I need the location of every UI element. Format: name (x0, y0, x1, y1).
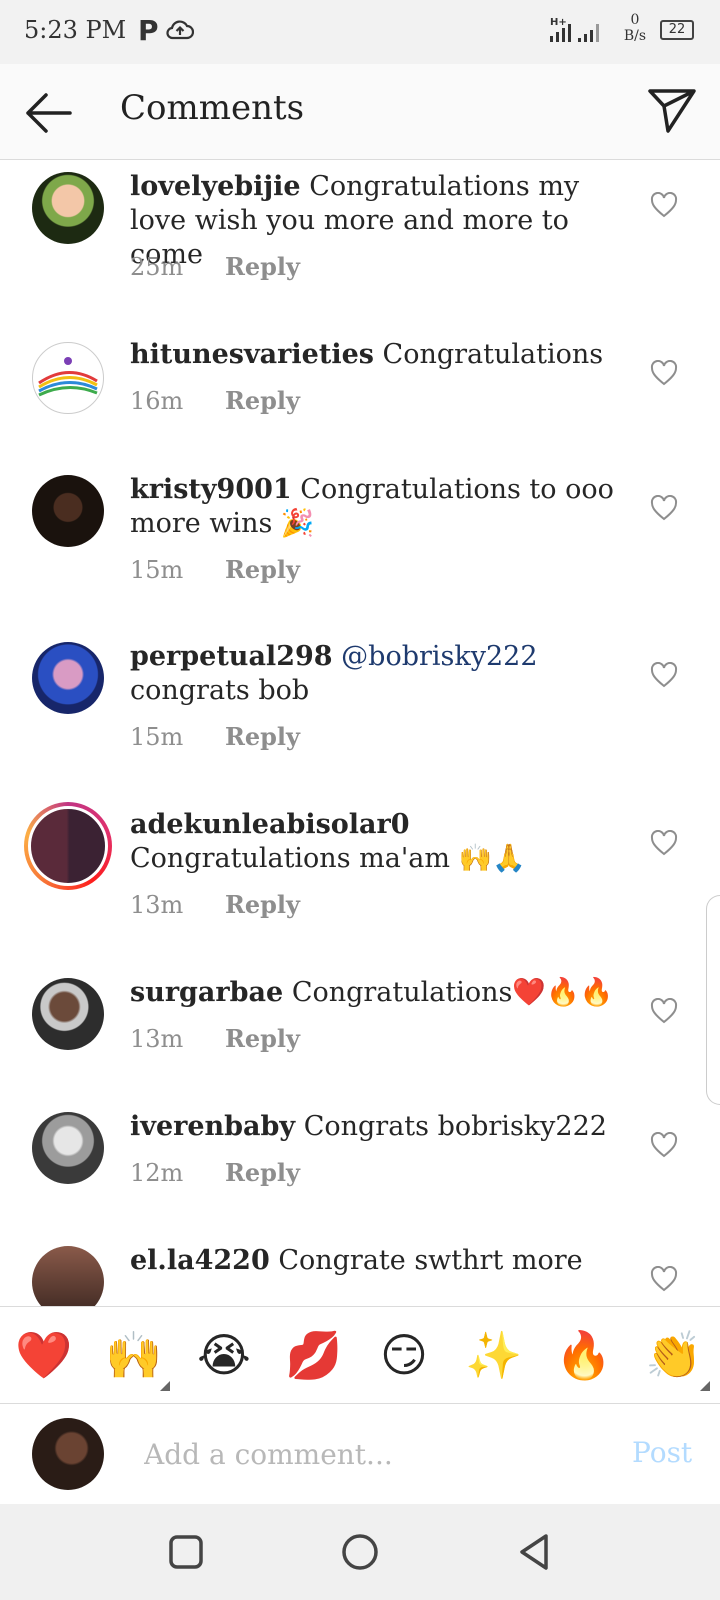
reply-button[interactable]: Reply (225, 890, 300, 919)
edge-panel-handle[interactable] (706, 895, 720, 1105)
system-nav-bar (0, 1504, 720, 1600)
comment-username[interactable]: surgarbae (130, 977, 283, 1008)
reply-button[interactable]: Reply (225, 722, 300, 751)
comment-composer: Post (0, 1404, 720, 1504)
avatar-with-story-ring[interactable] (24, 802, 112, 890)
comment-timestamp: 12m (130, 1159, 184, 1187)
comment-timestamp: 15m (130, 556, 184, 584)
avatar[interactable] (32, 342, 104, 414)
emoji-red-heart[interactable]: ❤️ (14, 1325, 74, 1385)
avatar[interactable] (32, 475, 104, 547)
reply-button[interactable]: Reply (225, 252, 300, 281)
emoji-sparkles[interactable]: ✨ (464, 1325, 524, 1385)
back-icon[interactable] (514, 1532, 554, 1572)
brand-logo-icon (38, 357, 98, 397)
network-speed: 0 B/s (623, 12, 647, 44)
comment-body: Congratulations ma'am 🙌🙏 (130, 843, 526, 874)
comment-timestamp: 15m (130, 723, 184, 751)
reply-button[interactable]: Reply (225, 386, 300, 415)
comment-body: Congrats bobrisky222 (303, 1111, 607, 1142)
heart-icon[interactable] (650, 830, 678, 856)
heart-icon[interactable] (650, 192, 678, 218)
heart-icon[interactable] (650, 360, 678, 386)
comment-username[interactable]: lovelyebijie (130, 171, 301, 202)
emoji-crying-face[interactable]: 😭 (194, 1325, 254, 1385)
heart-icon[interactable] (650, 1132, 678, 1158)
home-icon[interactable] (340, 1532, 380, 1572)
comment-timestamp: 25m (130, 253, 184, 281)
comment-timestamp: 13m (130, 1025, 184, 1053)
battery-icon: 22 (660, 20, 694, 40)
emoji-variant-indicator (160, 1381, 170, 1391)
avatar[interactable] (32, 1246, 104, 1306)
comment-timestamp: 16m (130, 387, 184, 415)
signal-strength-icon: H+ (550, 17, 599, 42)
avatar[interactable] (32, 1112, 104, 1184)
heart-icon[interactable] (650, 495, 678, 521)
reply-button[interactable]: Reply (225, 1158, 300, 1187)
direct-send-icon[interactable] (646, 86, 698, 136)
status-time: 5:23 PM (24, 16, 127, 44)
avatar[interactable] (32, 978, 104, 1050)
comment-body: Congratulations (382, 339, 604, 370)
emoji-variant-indicator (700, 1381, 710, 1391)
avatar[interactable] (32, 642, 104, 714)
comment-body: Congratulations❤️🔥🔥 (291, 977, 614, 1008)
header: Comments (0, 64, 720, 160)
emoji-fire[interactable]: 🔥 (554, 1325, 614, 1385)
comments-list: lovelyebijie Congratulations my love wis… (0, 160, 720, 1306)
emoji-quick-bar: ❤️ 🙌 😭 💋 😏 ✨ 🔥 👏 (0, 1306, 720, 1404)
comment-username[interactable]: iverenbaby (130, 1111, 295, 1142)
reply-button[interactable]: Reply (225, 1024, 300, 1053)
cloud-upload-icon (166, 20, 194, 40)
svg-text:H+: H+ (550, 17, 567, 28)
reply-button[interactable]: Reply (225, 555, 300, 584)
comment-username[interactable]: kristy9001 (130, 474, 292, 505)
comment-body: congrats bob (130, 675, 310, 706)
current-user-avatar (32, 1418, 104, 1490)
status-bar: 5:23 PM P H+ 0 B/s 22 (0, 0, 720, 64)
emoji-smirking-face[interactable]: 😏 (374, 1325, 434, 1385)
comment-username[interactable]: adekunleabisolar0 (130, 809, 410, 840)
emoji-raising-hands[interactable]: 🙌 (104, 1325, 164, 1385)
comment-input[interactable] (126, 1424, 606, 1484)
comment-body: Congrate swthrt more (278, 1245, 583, 1276)
heart-icon[interactable] (650, 998, 678, 1024)
parking-app-icon: P (138, 14, 159, 47)
comment-timestamp: 13m (130, 891, 184, 919)
heart-icon[interactable] (650, 1266, 678, 1292)
back-arrow-icon[interactable] (22, 90, 74, 136)
mention-link[interactable]: @bobrisky222 (341, 641, 537, 672)
heart-icon[interactable] (650, 662, 678, 688)
recent-apps-icon[interactable] (166, 1532, 206, 1572)
comment-username[interactable]: el.la4220 (130, 1245, 270, 1276)
comment-username[interactable]: perpetual298 (130, 641, 333, 672)
emoji-clapping-hands[interactable]: 👏 (644, 1325, 704, 1385)
comment-username[interactable]: hitunesvarieties (130, 339, 374, 370)
emoji-kiss-mark[interactable]: 💋 (284, 1325, 344, 1385)
post-button[interactable]: Post (632, 1436, 692, 1469)
page-title: Comments (120, 88, 305, 128)
avatar (28, 806, 108, 886)
avatar[interactable] (32, 172, 104, 244)
